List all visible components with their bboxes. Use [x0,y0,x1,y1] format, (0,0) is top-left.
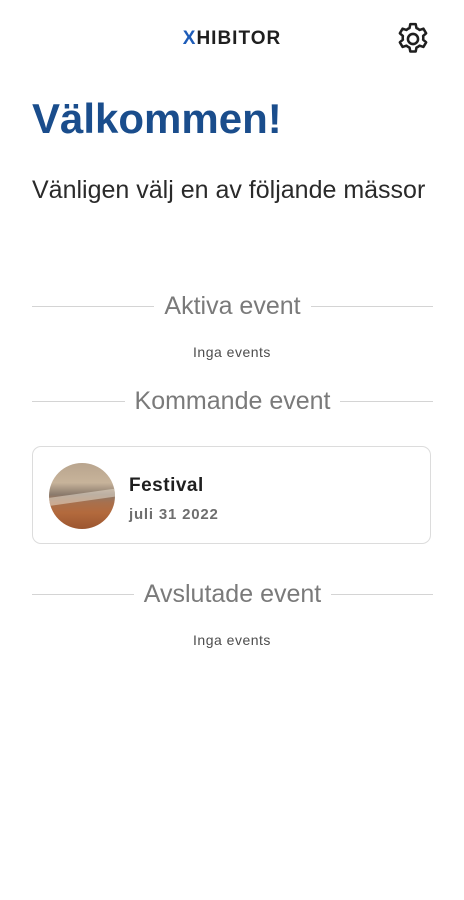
section-header-finished: Avslutade event [32,577,434,611]
event-card[interactable]: Festival juli 31 2022 [32,446,431,544]
event-date: juli 31 2022 [129,506,219,523]
divider-line [310,305,433,307]
section-label-finished: Avslutade event [143,579,322,608]
logo-text: HIBITOR [196,28,282,49]
section-header-active: Aktiva event [32,289,433,323]
page-title: Välkommen! [32,95,282,142]
logo-x: X [182,28,197,49]
section-label-upcoming: Kommande event [134,386,331,415]
divider-line [32,400,125,402]
finished-empty-text: Inga events [193,632,271,648]
top-bar: XHIBITOR [0,0,464,80]
active-empty-text: Inga events [193,344,271,360]
event-name: Festival [129,475,204,496]
section-header-upcoming: Kommande event [32,384,434,418]
divider-line [331,593,434,595]
section-label-active: Aktiva event [164,291,301,320]
page-subtitle: Vänligen välj en av följande mässor [32,176,426,204]
divider-line [32,593,134,595]
gear-icon [398,22,428,53]
settings-button[interactable] [393,19,433,59]
divider-line [340,400,434,402]
divider-line [32,305,155,307]
event-image [49,463,115,529]
